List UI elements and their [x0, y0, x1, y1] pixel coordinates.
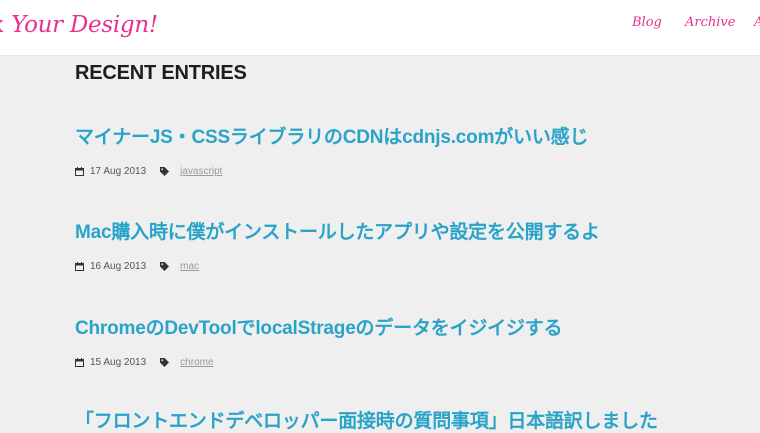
- entry-date: 15 Aug 2013: [90, 357, 147, 368]
- entry-tag-link[interactable]: chrome: [180, 357, 213, 368]
- tag-icon: [160, 262, 170, 271]
- tag-icon: [160, 167, 170, 176]
- entry-tag-link[interactable]: mac: [180, 261, 199, 272]
- calendar-icon: [75, 167, 84, 176]
- entry-item: マイナーJS・CSSライブラリのCDNはcdnjs.comがいい感じ 17 Au…: [75, 122, 760, 177]
- nav-link-about[interactable]: A: [754, 15, 760, 30]
- entry-title-link[interactable]: ChromeのDevToolでlocalStrageのデータをイジイジする: [75, 313, 760, 340]
- entry-title-link[interactable]: Mac購入時に僕がインストールしたアプリや設定を公開するよ: [75, 217, 760, 244]
- entry-date: 16 Aug 2013: [90, 261, 147, 272]
- entry-title-link[interactable]: 「フロントエンドデベロッパー面接時の質問事項」日本語訳しました: [75, 406, 760, 433]
- entry-item: ChromeのDevToolでlocalStrageのデータをイジイジする 15…: [75, 313, 760, 368]
- site-header: ck Your Design! Blog Archive A: [0, 0, 760, 55]
- entry-item: 「フロントエンドデベロッパー面接時の質問事項」日本語訳しました: [75, 406, 760, 433]
- tag-icon: [160, 358, 170, 367]
- nav-link-archive[interactable]: Archive: [685, 15, 735, 30]
- main-nav: Blog Archive A: [0, 15, 760, 39]
- entry-title-link[interactable]: マイナーJS・CSSライブラリのCDNはcdnjs.comがいい感じ: [75, 122, 760, 149]
- entry-tag-link[interactable]: javascript: [180, 166, 222, 177]
- calendar-icon: [75, 358, 84, 367]
- entry-item: Mac購入時に僕がインストールしたアプリや設定を公開するよ 16 Aug 201…: [75, 217, 760, 272]
- entry-date: 17 Aug 2013: [90, 166, 147, 177]
- calendar-icon: [75, 262, 84, 271]
- nav-link-blog[interactable]: Blog: [632, 15, 662, 30]
- section-title: RECENT ENTRIES: [75, 62, 247, 84]
- entry-meta: 15 Aug 2013 chrome: [75, 357, 760, 368]
- entry-meta: 17 Aug 2013 javascript: [75, 166, 760, 177]
- entry-meta: 16 Aug 2013 mac: [75, 261, 760, 272]
